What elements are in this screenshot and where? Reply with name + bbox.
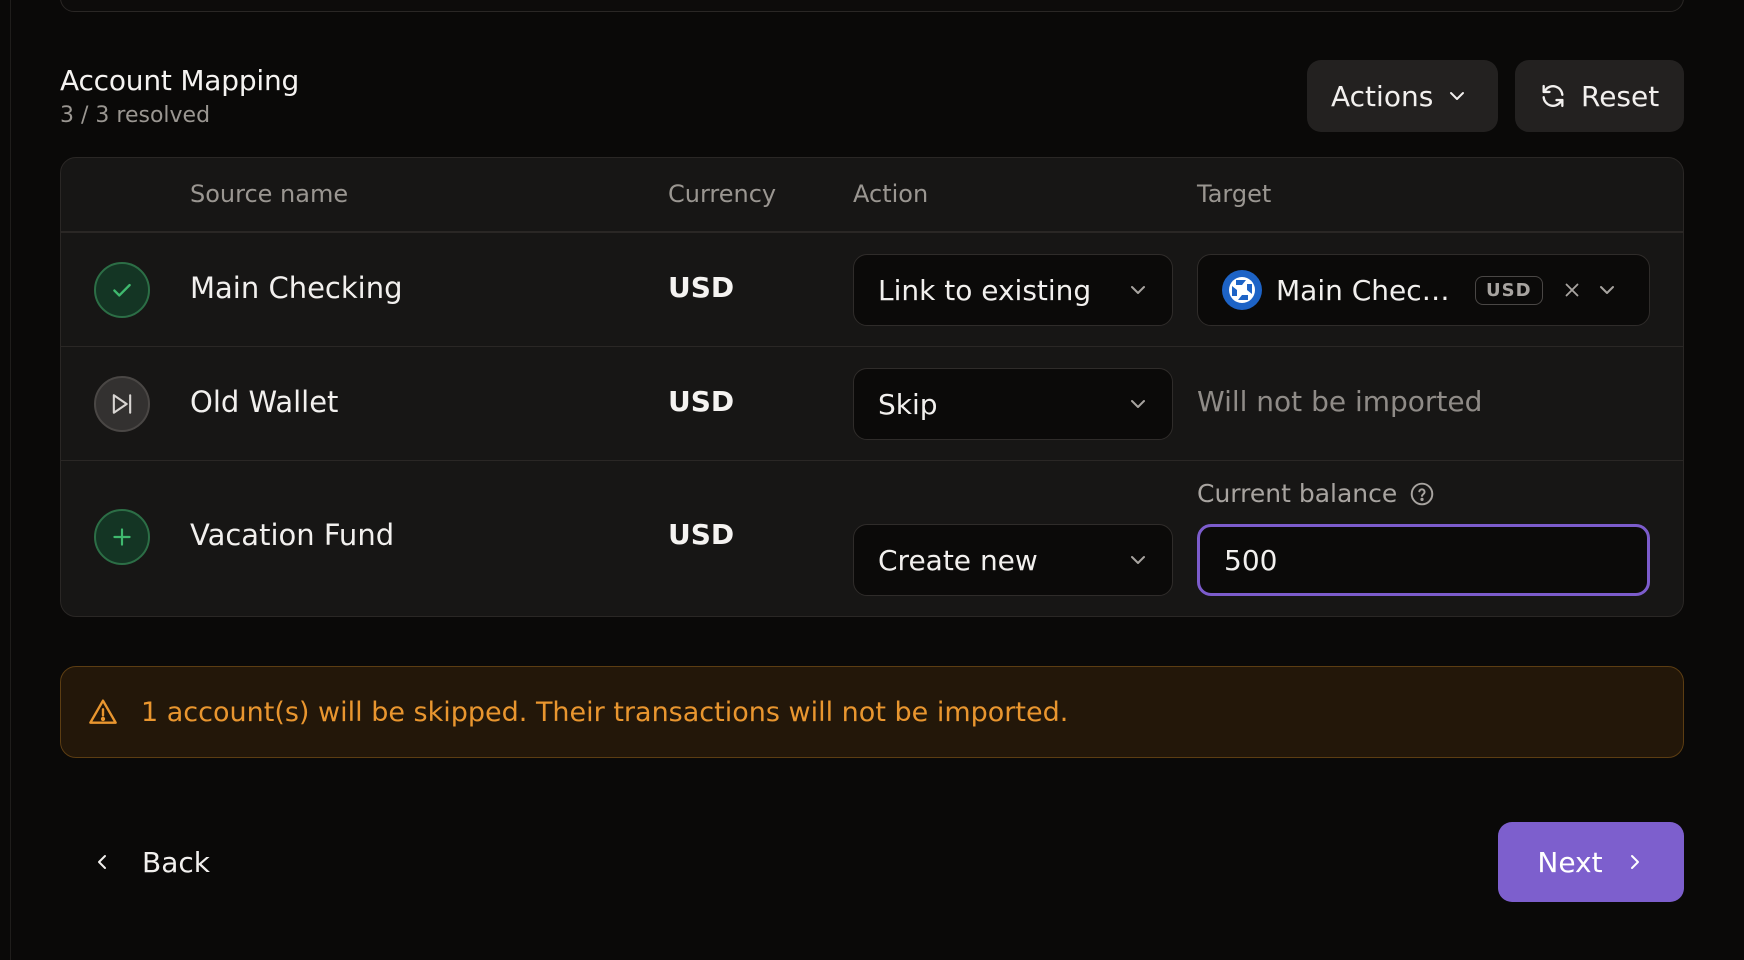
skip-warning-alert: 1 account(s) will be skipped. Their tran… <box>60 666 1684 758</box>
plus-icon <box>113 528 131 546</box>
column-action: Action <box>853 180 929 208</box>
clear-icon[interactable] <box>1561 279 1583 301</box>
chevron-down-icon <box>1131 286 1145 294</box>
chevron-down-icon <box>1131 400 1145 408</box>
balance-label-text: Current balance <box>1197 479 1398 508</box>
alert-text: 1 account(s) will be skipped. Their tran… <box>141 696 1069 728</box>
action-select[interactable]: Link to existing <box>853 254 1173 326</box>
next-label: Next <box>1537 845 1603 879</box>
bank-logo-icon <box>1222 270 1262 310</box>
currency-badge: USD <box>1475 275 1543 305</box>
chevron-down-icon <box>1450 92 1465 100</box>
action-select[interactable]: Create new <box>853 524 1173 596</box>
action-select[interactable]: Skip <box>853 368 1173 440</box>
section-title: Account Mapping <box>60 64 300 97</box>
status-linked <box>94 262 150 318</box>
back-button[interactable]: Back <box>92 822 210 902</box>
table-row: Old Wallet USD Skip Will not be imported <box>61 347 1683 461</box>
warning-icon <box>89 699 117 724</box>
actions-label: Actions <box>1331 79 1434 113</box>
action-select-value: Create new <box>878 543 1038 577</box>
reset-button[interactable]: Reset <box>1515 60 1684 132</box>
resolved-count: 3 / 3 resolved <box>60 103 211 128</box>
account-mapping-table: Source name Currency Action Target Main … <box>60 157 1684 617</box>
column-currency: Currency <box>668 180 777 208</box>
chevron-down-icon[interactable] <box>1597 280 1617 300</box>
column-target: Target <box>1197 180 1272 208</box>
table-row: Main Checking USD Link to existing Main … <box>61 233 1683 347</box>
table-header: Source name Currency Action Target <box>61 158 1683 233</box>
actions-dropdown-button[interactable]: Actions <box>1307 60 1498 132</box>
table-row: Vacation Fund USD Create new Current bal… <box>61 461 1683 616</box>
action-select-value: Link to existing <box>878 273 1092 307</box>
current-balance-input[interactable] <box>1197 524 1650 596</box>
help-icon[interactable] <box>1409 481 1435 507</box>
source-name: Main Checking <box>190 271 403 305</box>
reset-label: Reset <box>1581 79 1660 113</box>
status-create <box>94 509 150 565</box>
currency-code: USD <box>668 271 735 304</box>
chevron-left-icon <box>98 855 106 869</box>
check-icon <box>113 283 131 297</box>
status-skipped <box>94 376 150 432</box>
source-name: Old Wallet <box>190 385 339 419</box>
column-source-name: Source name <box>190 180 349 208</box>
source-name: Vacation Fund <box>190 518 395 552</box>
back-label: Back <box>142 845 210 879</box>
previous-card <box>60 0 1684 12</box>
skip-icon <box>112 394 132 414</box>
section-header: Account Mapping 3 / 3 resolved <box>60 64 299 128</box>
currency-code: USD <box>668 385 735 418</box>
chevron-right-icon <box>1630 855 1639 869</box>
action-select-value: Skip <box>878 387 938 421</box>
currency-code: USD <box>668 518 735 551</box>
refresh-icon <box>1542 84 1564 108</box>
chevron-down-icon <box>1131 556 1145 564</box>
target-account-select[interactable]: Main Checking USD <box>1197 254 1650 326</box>
balance-label: Current balance <box>1197 479 1435 508</box>
skip-note: Will not be imported <box>1197 385 1483 418</box>
target-account-name: Main Checking <box>1276 273 1461 307</box>
next-button[interactable]: Next <box>1498 822 1684 902</box>
